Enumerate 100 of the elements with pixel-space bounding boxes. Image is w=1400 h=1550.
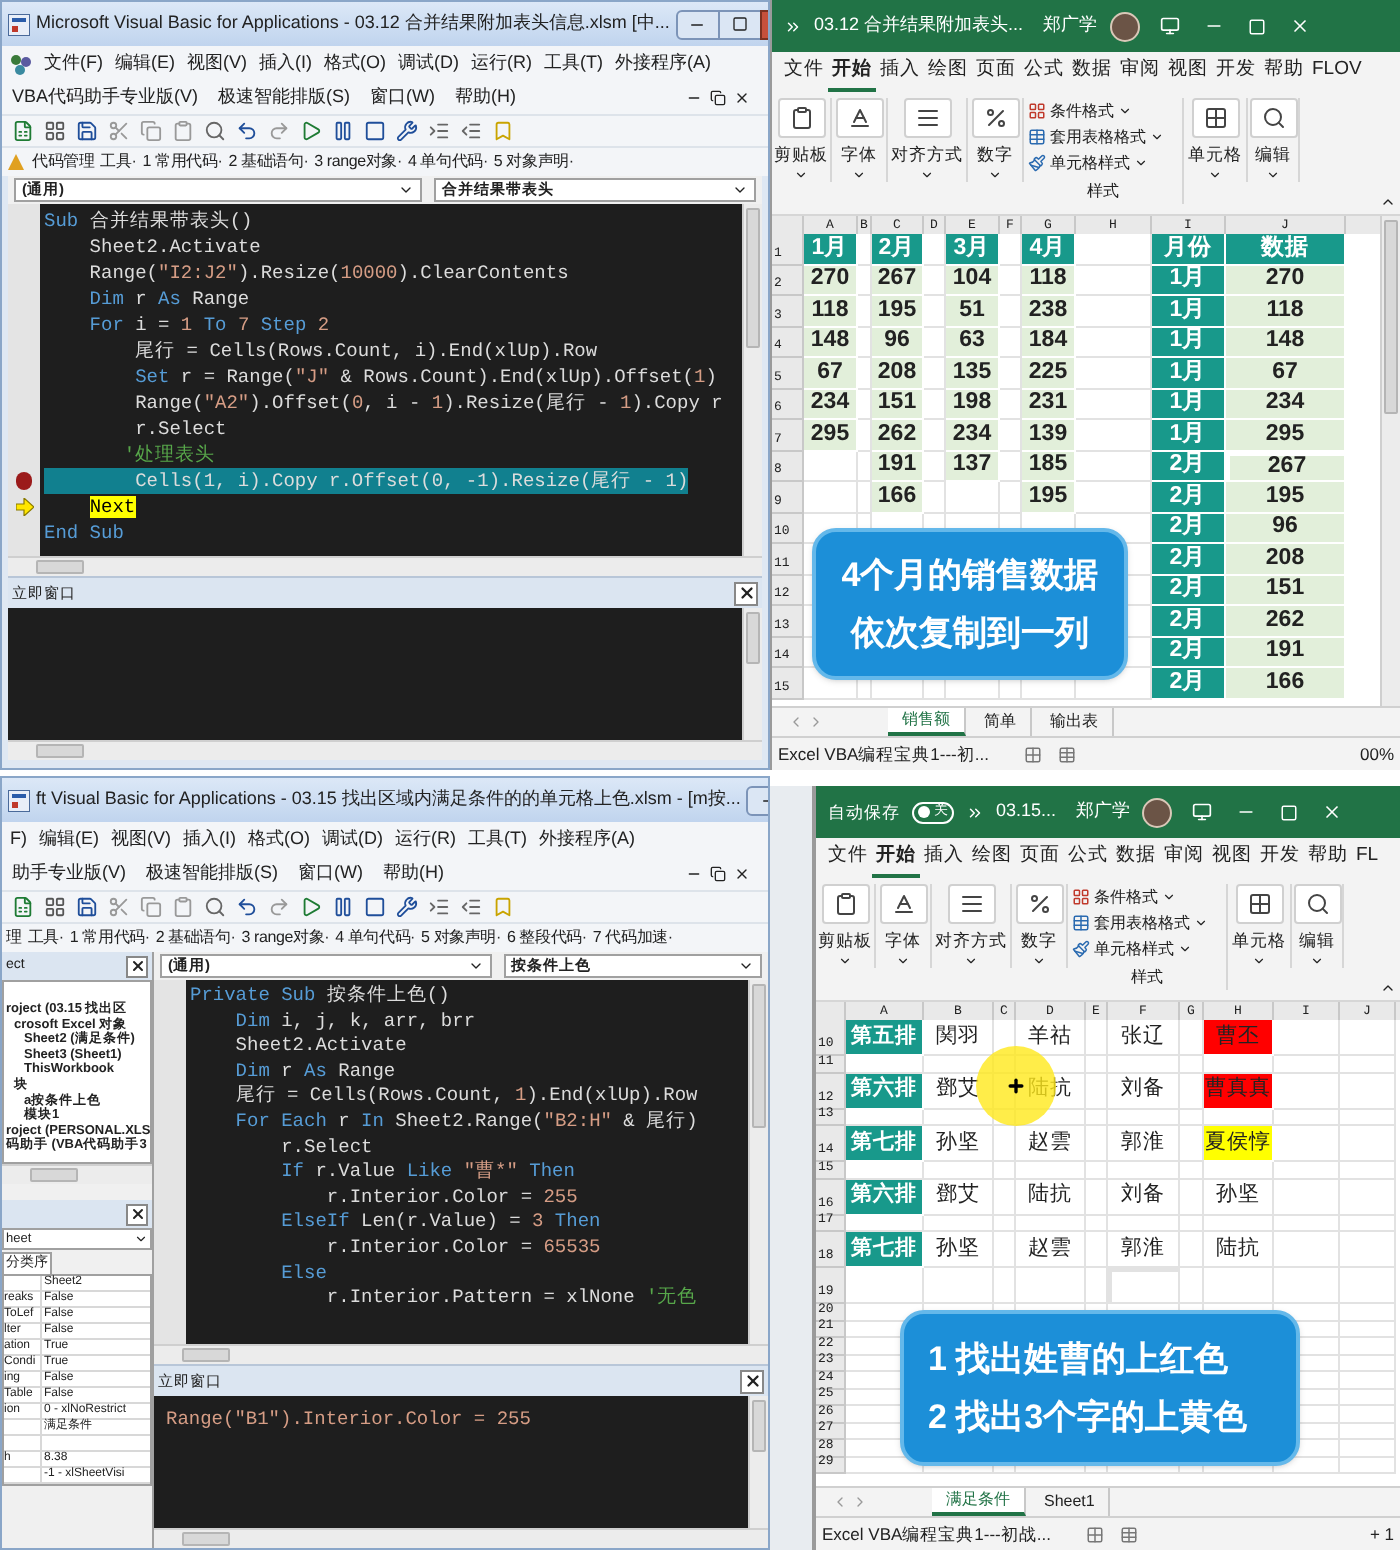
search-icon[interactable] <box>204 120 226 142</box>
ribbon-button[interactable]: 对齐方式 <box>932 884 1012 968</box>
ribbon-button[interactable]: 对齐方式 <box>888 98 968 182</box>
next-sheet-icon[interactable] <box>808 714 824 730</box>
menu-item[interactable]: 文件(F) <box>44 50 103 78</box>
ribbon-tab[interactable]: 数据 <box>1112 838 1160 878</box>
menu-item[interactable]: 外接程序(A) <box>539 826 635 854</box>
toolbar-menu[interactable]: 2 基础语句· <box>228 150 309 174</box>
ribbon-tab[interactable]: 绘图 <box>968 838 1016 878</box>
ribbon-tab[interactable]: 文件 <box>780 52 828 92</box>
ribbon-button[interactable]: 单元格 <box>1228 884 1292 968</box>
zoom-level[interactable]: 00% <box>1359 741 1394 767</box>
ribbon-menu-button[interactable]: 套用表格格式 <box>1028 124 1178 150</box>
undo-icon[interactable] <box>236 120 258 142</box>
menu-item[interactable]: 极速智能排版(S) <box>218 84 351 112</box>
ribbon-display-icon[interactable] <box>1192 802 1213 822</box>
spreadsheet-icon[interactable] <box>12 896 34 918</box>
restore-icon[interactable] <box>710 90 726 106</box>
scrollbar[interactable] <box>8 740 762 760</box>
pause-icon[interactable] <box>332 896 354 918</box>
toolbar-menu[interactable]: 4 单句代码· <box>407 150 488 174</box>
pause-icon[interactable] <box>332 120 354 142</box>
close-icon[interactable] <box>734 866 750 882</box>
collapse-ribbon-icon[interactable] <box>1380 980 1396 996</box>
grid-icon[interactable] <box>44 896 66 918</box>
previous-sheet-icon[interactable] <box>788 714 804 730</box>
restore-icon[interactable] <box>710 866 726 882</box>
code-editor[interactable] <box>186 980 748 1344</box>
scrollbar[interactable] <box>742 608 762 740</box>
close-button[interactable] <box>126 1203 148 1225</box>
normal-view-icon[interactable] <box>1024 745 1043 763</box>
immediate-window[interactable]: Range("B1").Interior.Color = 255 <box>154 1396 748 1528</box>
redo-icon[interactable] <box>268 120 290 142</box>
play-icon[interactable] <box>300 896 322 918</box>
ribbon-tab[interactable]: 视图 <box>1164 52 1212 92</box>
menu-item[interactable]: 帮助(H) <box>383 860 444 888</box>
cut-icon[interactable] <box>108 896 130 918</box>
breakpoint-icon[interactable] <box>16 472 32 490</box>
wrench-icon[interactable] <box>396 120 418 142</box>
sheet-tab[interactable]: 销售额 <box>888 708 966 736</box>
grid-icon[interactable] <box>44 120 66 142</box>
sheet-tab[interactable]: 满足条件 <box>932 1488 1026 1516</box>
close-icon[interactable] <box>734 90 750 106</box>
redo-icon[interactable] <box>268 896 290 918</box>
toolbar-menu[interactable]: 3 range对象· <box>314 150 402 174</box>
maximize-button[interactable] <box>719 9 760 39</box>
ribbon-button[interactable]: 编辑 <box>1292 884 1344 968</box>
menu-item[interactable]: 视图(V) <box>111 826 171 854</box>
save-icon[interactable] <box>76 896 98 918</box>
toolbar-menu[interactable]: 5 对象声明· <box>421 926 501 950</box>
ribbon-tab[interactable]: 公式 <box>1064 838 1112 878</box>
ribbon-tab[interactable]: FLOV <box>1308 52 1366 92</box>
scrollbar[interactable] <box>2 1164 152 1184</box>
collapse-ribbon-icon[interactable] <box>1380 194 1396 210</box>
menu-item[interactable]: F) <box>10 826 27 854</box>
ribbon-menu-button[interactable]: 条件格式 <box>1028 98 1178 124</box>
page-layout-icon[interactable] <box>1120 1525 1139 1543</box>
code-editor[interactable] <box>40 204 742 556</box>
ribbon-button[interactable]: 数字 <box>968 98 1024 182</box>
scrollbar[interactable] <box>748 980 768 1344</box>
ribbon-menu-button[interactable]: 套用表格格式 <box>1072 910 1222 936</box>
close-button[interactable] <box>126 955 148 977</box>
menu-item[interactable]: 工具(T) <box>544 50 603 78</box>
menu-item[interactable]: 插入(I) <box>259 50 312 78</box>
menu-item[interactable]: 极速智能排版(S) <box>146 860 278 888</box>
indent-icon[interactable] <box>428 896 450 918</box>
quick-access-icon[interactable] <box>784 17 802 35</box>
zoom-level[interactable]: + 1 <box>1369 1521 1394 1547</box>
menu-item[interactable]: 助手专业版(V) <box>12 860 126 888</box>
toolbar-menu[interactable]: 1 常用代码· <box>142 150 223 174</box>
spreadsheet-icon[interactable] <box>12 120 34 142</box>
ribbon-tab[interactable]: 帮助 <box>1304 838 1352 878</box>
menu-item[interactable]: 格式(O) <box>248 826 310 854</box>
menu-item[interactable]: 窗口(W) <box>370 84 436 112</box>
menu-item[interactable]: 调试(D) <box>322 826 383 854</box>
stop-icon[interactable] <box>364 896 386 918</box>
quick-access-icon[interactable] <box>966 803 984 821</box>
ribbon-tab[interactable]: 开发 <box>1212 52 1260 92</box>
undo-icon[interactable] <box>236 896 258 918</box>
ribbon-menu-button[interactable]: 单元格样式 <box>1072 936 1222 962</box>
toolbar-menu[interactable]: 4 单句代码· <box>335 926 416 950</box>
paste-icon[interactable] <box>172 120 194 142</box>
indent-icon[interactable] <box>428 120 450 142</box>
ribbon-button[interactable]: 编辑 <box>1248 98 1300 182</box>
ribbon-button[interactable]: 字体 <box>832 98 888 182</box>
menu-item[interactable]: 视图(V) <box>187 50 247 78</box>
menu-item[interactable]: 工具(T) <box>468 826 527 854</box>
ribbon-button[interactable]: 剪贴板 <box>816 884 876 968</box>
scrollbar[interactable] <box>1380 216 1400 706</box>
scrollbar[interactable] <box>154 1344 768 1364</box>
toolbar-menu[interactable]: 工具· <box>27 926 64 950</box>
outdent-icon[interactable] <box>460 896 482 918</box>
paste-icon[interactable] <box>172 896 194 918</box>
stop-icon[interactable] <box>364 120 386 142</box>
toolbar-menu[interactable]: 7 代码加速· <box>592 926 673 950</box>
menu-item[interactable]: 编辑(E) <box>39 826 99 854</box>
toolbar-menu[interactable]: 2 基础语句· <box>155 926 236 950</box>
ribbon-tab[interactable]: 插入 <box>876 52 924 92</box>
ribbon-display-icon[interactable] <box>1159 16 1180 36</box>
maximize-icon[interactable] <box>1280 803 1299 821</box>
